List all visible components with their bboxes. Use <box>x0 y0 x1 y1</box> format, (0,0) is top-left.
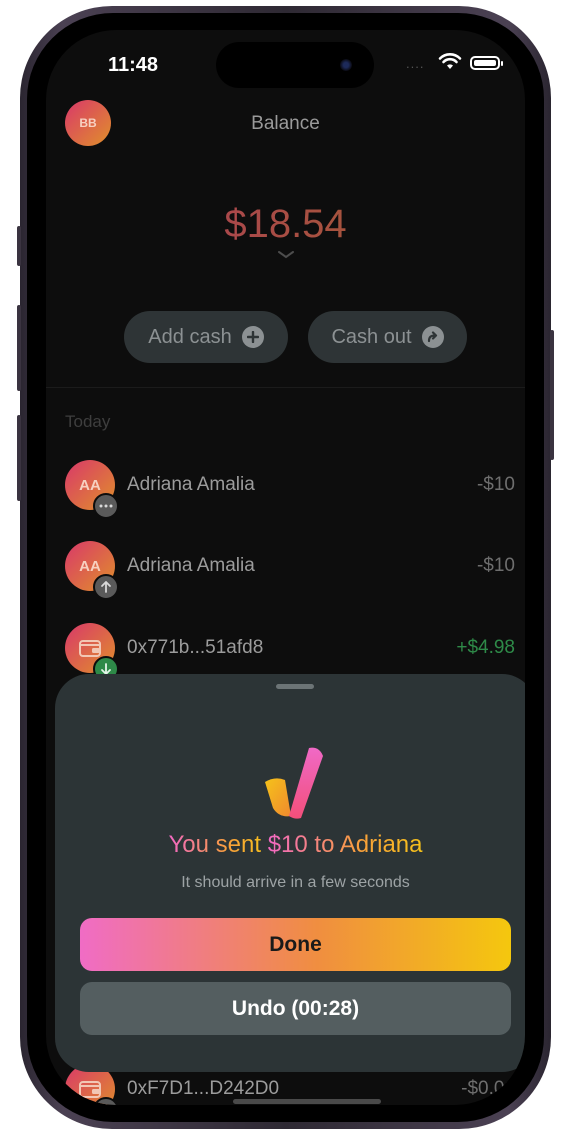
undo-button[interactable]: Undo (00:28) <box>80 982 511 1035</box>
more-icon <box>93 493 119 519</box>
home-indicator[interactable] <box>233 1099 381 1104</box>
add-cash-label: Add cash <box>148 325 232 348</box>
action-button <box>17 226 21 266</box>
transaction-name: Adriana Amalia <box>127 474 255 495</box>
divider <box>46 387 525 388</box>
wifi-icon <box>438 53 462 69</box>
chevron-down-icon[interactable] <box>277 250 295 260</box>
sheet-title: You sent $10 to Adriana <box>55 831 525 859</box>
transaction-amount: +$4.98 <box>456 637 515 658</box>
sheet-title-prefix: You sent <box>168 831 268 858</box>
done-button[interactable]: Done <box>80 918 511 971</box>
sheet-title-highlight: $10 to Adriana <box>267 831 423 858</box>
plus-icon <box>241 326 264 348</box>
transaction-name: 0xF7D1...D242D0 <box>127 1078 280 1099</box>
signal-icon: .... <box>406 56 425 71</box>
transaction-amount: -$10 <box>476 474 515 495</box>
sheet-subtitle: It should arrive in a few seconds <box>181 874 410 891</box>
payment-confirmation-sheet: You sent $10 to Adriana It should arrive… <box>55 674 525 1072</box>
cash-out-button[interactable]: Cash out <box>308 311 467 363</box>
app-screen: 11:48 .... BB Balance $18.54 Add cash Ca… <box>46 30 525 1105</box>
add-cash-button[interactable]: Add cash <box>124 311 288 363</box>
transaction-row[interactable]: AA Adriana Amalia -$10 <box>46 460 525 520</box>
transaction-amount: -$0.01 <box>461 1078 515 1099</box>
battery-icon <box>470 56 503 70</box>
volume-up-button <box>17 305 21 391</box>
checkmark-logo-icon <box>265 747 323 819</box>
volume-down-button <box>17 415 21 501</box>
cash-out-label: Cash out <box>331 325 412 348</box>
transaction-name: 0x771b...51afd8 <box>127 637 264 658</box>
transaction-row[interactable]: AA Adriana Amalia -$10 <box>46 541 525 601</box>
transaction-name: Adriana Amalia <box>127 555 255 576</box>
share-arrow-icon <box>421 326 444 348</box>
dynamic-island <box>216 42 374 88</box>
camera-icon <box>340 59 352 71</box>
section-label-today: Today <box>65 412 111 431</box>
transaction-amount: -$10 <box>476 555 515 576</box>
status-time: 11:48 <box>108 54 159 76</box>
balance-amount[interactable]: $18.54 <box>46 202 525 247</box>
page-title: Balance <box>251 113 320 134</box>
power-button <box>550 330 554 460</box>
arrow-up-icon <box>93 574 119 600</box>
sheet-grabber[interactable] <box>276 684 314 689</box>
